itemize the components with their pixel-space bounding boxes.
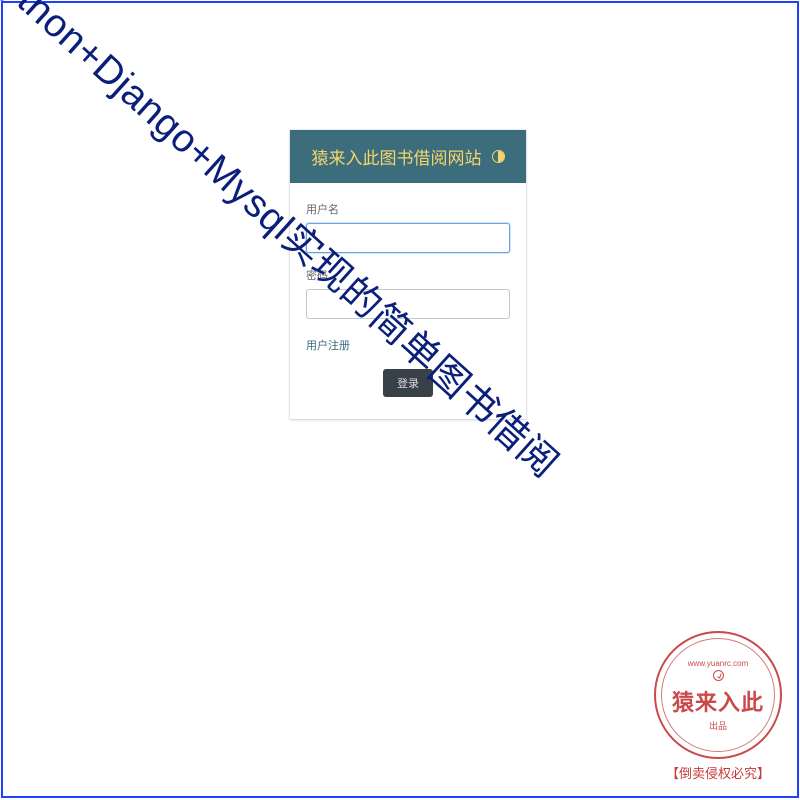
site-title: 猿来入此图书借阅网站: [312, 144, 482, 169]
username-label: 用户名: [306, 201, 510, 217]
username-group: 用户名: [306, 201, 510, 253]
login-card: 猿来入此图书借阅网站 用户名 密码 用户注册 登录: [290, 130, 526, 419]
register-link[interactable]: 用户注册: [306, 337, 350, 353]
card-header: 猿来入此图书借阅网站: [290, 130, 526, 183]
password-label: 密码: [306, 267, 510, 283]
login-button[interactable]: 登录: [383, 369, 433, 397]
password-input[interactable]: [306, 289, 510, 319]
contrast-icon: [492, 150, 505, 163]
username-input[interactable]: [306, 223, 510, 253]
password-group: 密码: [306, 267, 510, 319]
